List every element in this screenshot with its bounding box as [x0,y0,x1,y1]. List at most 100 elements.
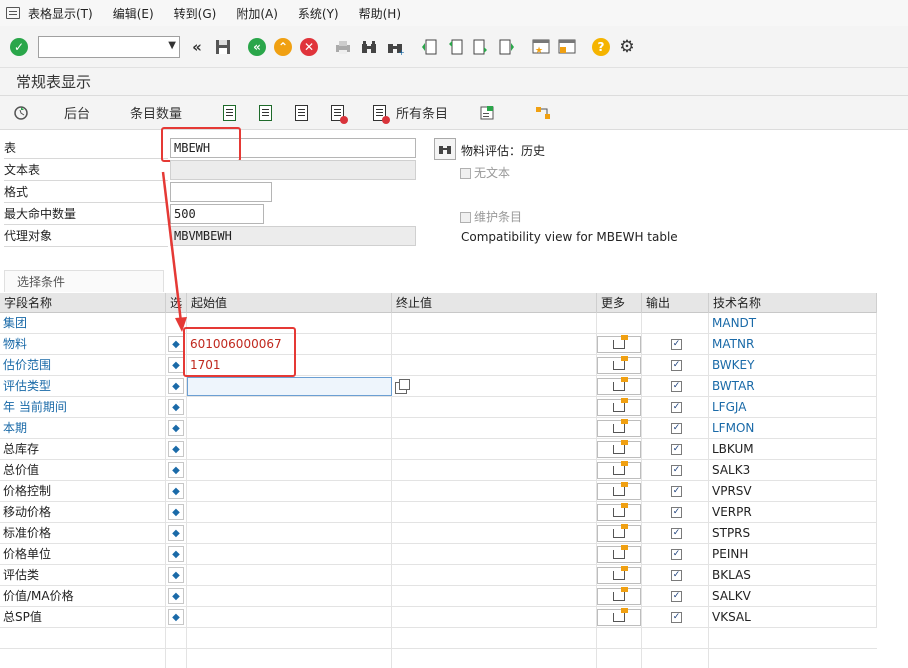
first-page-icon[interactable] [418,36,440,58]
back-icon[interactable]: « [246,36,268,58]
output-checkbox[interactable]: ✓ [671,381,682,392]
menu-system[interactable]: 系统(Y) [298,5,339,22]
selection-option-icon[interactable]: ◆ [168,504,184,520]
from-value-input[interactable] [187,544,392,565]
format-input[interactable] [170,182,272,202]
check-icon[interactable]: ✓ [8,36,30,58]
to-value-input[interactable] [392,334,597,355]
output-checkbox[interactable]: ✓ [671,570,682,581]
menu-help[interactable]: 帮助(H) [359,5,401,22]
from-value-input[interactable] [187,439,392,460]
entry-count-button[interactable]: 条目数量 [130,103,182,122]
selection-option-icon[interactable]: ◆ [168,441,184,457]
multiple-selection-button[interactable] [597,545,641,563]
multiple-selection-button[interactable] [597,377,641,395]
multiple-selection-button[interactable] [597,440,641,458]
selection-option-icon[interactable]: ◆ [168,462,184,478]
multiple-selection-button[interactable] [597,356,641,374]
menu-extras[interactable]: 附加(A) [236,5,278,22]
output-checkbox[interactable]: ✓ [671,549,682,560]
chevron-down-icon[interactable]: ▼ [168,40,176,51]
to-value-input[interactable] [392,586,597,607]
multiple-selection-button[interactable] [597,503,641,521]
select-options-button[interactable] [220,104,242,122]
to-value-input[interactable] [392,439,597,460]
to-value-input[interactable] [392,502,597,523]
hierarchy-button[interactable] [534,104,556,122]
no-text-checkbox[interactable]: 无文本 [460,164,510,181]
selection-option-icon[interactable]: ◆ [168,378,184,394]
selection-option-icon[interactable]: ◆ [168,525,184,541]
header-more[interactable]: 更多 [597,293,642,313]
output-checkbox[interactable]: ✓ [671,444,682,455]
multiple-selection-button[interactable] [597,524,641,542]
output-checkbox[interactable]: ✓ [671,528,682,539]
header-output[interactable]: 输出 [642,293,709,313]
to-value-input[interactable] [392,481,597,502]
to-value-input[interactable] [392,607,597,628]
max-hits-input[interactable]: 500 [170,204,264,224]
selection-option-icon[interactable]: ◆ [168,546,184,562]
header-tech-name[interactable]: 技术名称 [709,293,877,313]
from-value-input[interactable] [187,418,392,439]
selection-option-icon[interactable]: ◆ [168,357,184,373]
find-icon[interactable] [358,36,380,58]
exit-icon[interactable]: ⌃ [272,36,294,58]
multiple-selection-button[interactable] [256,104,278,122]
menu-edit[interactable]: 编辑(E) [113,5,154,22]
next-page-icon[interactable] [470,36,492,58]
no-text-checkbox-box[interactable] [460,168,471,179]
selection-option-icon[interactable]: ◆ [168,609,184,625]
multiple-selection-button[interactable] [597,587,641,605]
print-icon[interactable] [332,36,354,58]
output-checkbox[interactable]: ✓ [671,507,682,518]
selection-option-icon[interactable]: ◆ [168,483,184,499]
back-double-icon[interactable]: « [186,36,208,58]
multiple-selection-button[interactable] [597,608,641,626]
menu-icon[interactable] [6,7,20,19]
selection-list-button[interactable] [292,104,314,122]
output-checkbox[interactable]: ✓ [671,360,682,371]
output-checkbox[interactable]: ✓ [671,339,682,350]
to-value-input[interactable] [392,397,597,418]
field-selection-button[interactable] [478,104,500,122]
output-checkbox[interactable]: ✓ [671,402,682,413]
shortcut-icon[interactable] [556,36,578,58]
from-value-input[interactable] [187,586,392,607]
menu-goto[interactable]: 转到(G) [174,5,217,22]
to-value-input[interactable] [392,523,597,544]
multiple-selection-button[interactable] [597,566,641,584]
table-info-button[interactable] [434,138,456,160]
new-session-icon[interactable]: ★ [530,36,552,58]
to-value-input[interactable] [392,544,597,565]
from-value-input[interactable] [187,523,392,544]
multiple-selection-button[interactable] [597,482,641,500]
from-value-input[interactable] [187,565,392,586]
help-icon[interactable]: ? [590,36,612,58]
multiple-selection-button[interactable] [597,398,641,416]
output-checkbox[interactable]: ✓ [671,465,682,476]
backend-button[interactable]: 后台 [64,103,90,122]
find-next-icon[interactable]: + [384,36,406,58]
header-field-name[interactable]: 字段名称 [0,293,166,313]
multiple-selection-button[interactable] [597,335,641,353]
selection-option-icon[interactable]: ◆ [168,567,184,583]
output-checkbox[interactable]: ✓ [671,486,682,497]
to-value-input[interactable] [392,313,597,334]
selection-option-icon[interactable]: ◆ [168,420,184,436]
selection-option-icon[interactable]: ◆ [168,588,184,604]
prev-page-icon[interactable] [444,36,466,58]
selection-criteria-tab[interactable]: 选择条件 [4,270,164,292]
settings-icon[interactable]: ⚙ [616,36,638,58]
cancel-icon[interactable]: ✕ [298,36,320,58]
multiple-selection-button[interactable] [597,461,641,479]
to-value-input[interactable] [392,460,597,481]
from-value-input[interactable] [187,460,392,481]
header-option[interactable]: 选 [166,293,187,313]
menu-table-display[interactable]: 表格显示(T) [28,5,93,22]
to-value-input[interactable] [392,565,597,586]
maintain-checkbox-box[interactable] [460,212,471,223]
execute-button[interactable] [12,104,34,122]
output-checkbox[interactable]: ✓ [671,423,682,434]
from-value-input[interactable] [187,397,392,418]
